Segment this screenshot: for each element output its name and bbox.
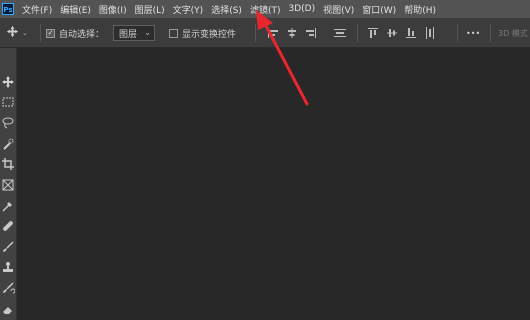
divider — [255, 24, 256, 42]
move-tool-icon[interactable] — [1, 75, 15, 89]
auto-select-target-dropdown[interactable]: 图层 ⌄ — [113, 25, 155, 41]
crop-tool-icon[interactable] — [1, 157, 15, 171]
menu-filter[interactable]: 滤镜(T) — [250, 3, 281, 16]
frame-tool-icon[interactable] — [1, 178, 15, 192]
menu-file[interactable]: 文件(F) — [22, 3, 52, 16]
divider — [490, 24, 491, 42]
distribute-icon[interactable] — [333, 26, 347, 40]
menu-layer[interactable]: 图层(L) — [135, 3, 165, 16]
document-canvas-area[interactable] — [17, 48, 530, 320]
menu-window[interactable]: 窗口(W) — [362, 3, 396, 16]
menu-select[interactable]: 选择(S) — [211, 3, 242, 16]
dropdown-value: 图层 — [119, 29, 138, 40]
move-icon — [6, 25, 19, 41]
transform-controls-label: 显示变换控件 — [182, 29, 237, 40]
align-bottom-edges-icon[interactable] — [404, 26, 418, 40]
tools-panel — [0, 48, 17, 320]
chevron-down-icon: ⌄ — [22, 29, 28, 37]
quick-selection-tool-icon[interactable] — [1, 137, 15, 151]
clone-stamp-tool-icon[interactable] — [1, 261, 15, 275]
menu-view[interactable]: 视图(V) — [323, 3, 354, 16]
divider — [457, 24, 458, 42]
align-horizontal-centers-icon[interactable] — [285, 26, 299, 40]
3d-mode-label: 3D 模式 — [498, 28, 528, 38]
more-options-button[interactable]: ••• — [466, 18, 480, 48]
align-top-edges-icon[interactable] — [366, 26, 380, 40]
menu-bar: Ps 文件(F) 编辑(E) 图像(I) 图层(L) 文字(Y) 选择(S) 滤… — [0, 0, 530, 18]
photoshop-logo: Ps — [2, 3, 14, 15]
align-left-edges-icon[interactable] — [266, 26, 280, 40]
checkbox-checked-icon: ✓ — [46, 28, 55, 38]
distribute-vertical-icon[interactable] — [423, 26, 437, 40]
menu-3d[interactable]: 3D(D) — [288, 4, 315, 14]
auto-select-checkbox[interactable]: ✓ 自动选择： — [46, 18, 104, 48]
marquee-tool-icon[interactable] — [1, 95, 15, 109]
auto-select-label: 自动选择： — [59, 29, 105, 40]
align-vertical-centers-icon[interactable] — [385, 26, 399, 40]
show-transform-controls-checkbox[interactable]: 显示变换控件 — [169, 18, 236, 48]
menu-image[interactable]: 图像(I) — [99, 3, 127, 16]
lasso-tool-icon[interactable] — [1, 116, 15, 130]
menu-type[interactable]: 文字(Y) — [173, 3, 204, 16]
eraser-tool-icon[interactable] — [1, 302, 15, 316]
chevron-down-icon: ⌄ — [144, 28, 151, 37]
healing-brush-tool-icon[interactable] — [1, 219, 15, 233]
brush-tool-icon[interactable] — [1, 240, 15, 254]
menu-help[interactable]: 帮助(H) — [404, 3, 436, 16]
divider — [40, 24, 41, 42]
divider — [357, 24, 358, 42]
tool-preset-picker[interactable]: ⌄ — [6, 18, 28, 48]
history-brush-tool-icon[interactable] — [1, 281, 15, 295]
eyedropper-tool-icon[interactable] — [1, 199, 15, 213]
options-bar: ⌄ ✓ 自动选择： 图层 ⌄ 显示变换控件 ••• 3D 模式 — [0, 18, 530, 48]
checkbox-unchecked-icon — [169, 28, 178, 38]
align-right-edges-icon[interactable] — [304, 26, 318, 40]
menu-edit[interactable]: 编辑(E) — [60, 3, 91, 16]
